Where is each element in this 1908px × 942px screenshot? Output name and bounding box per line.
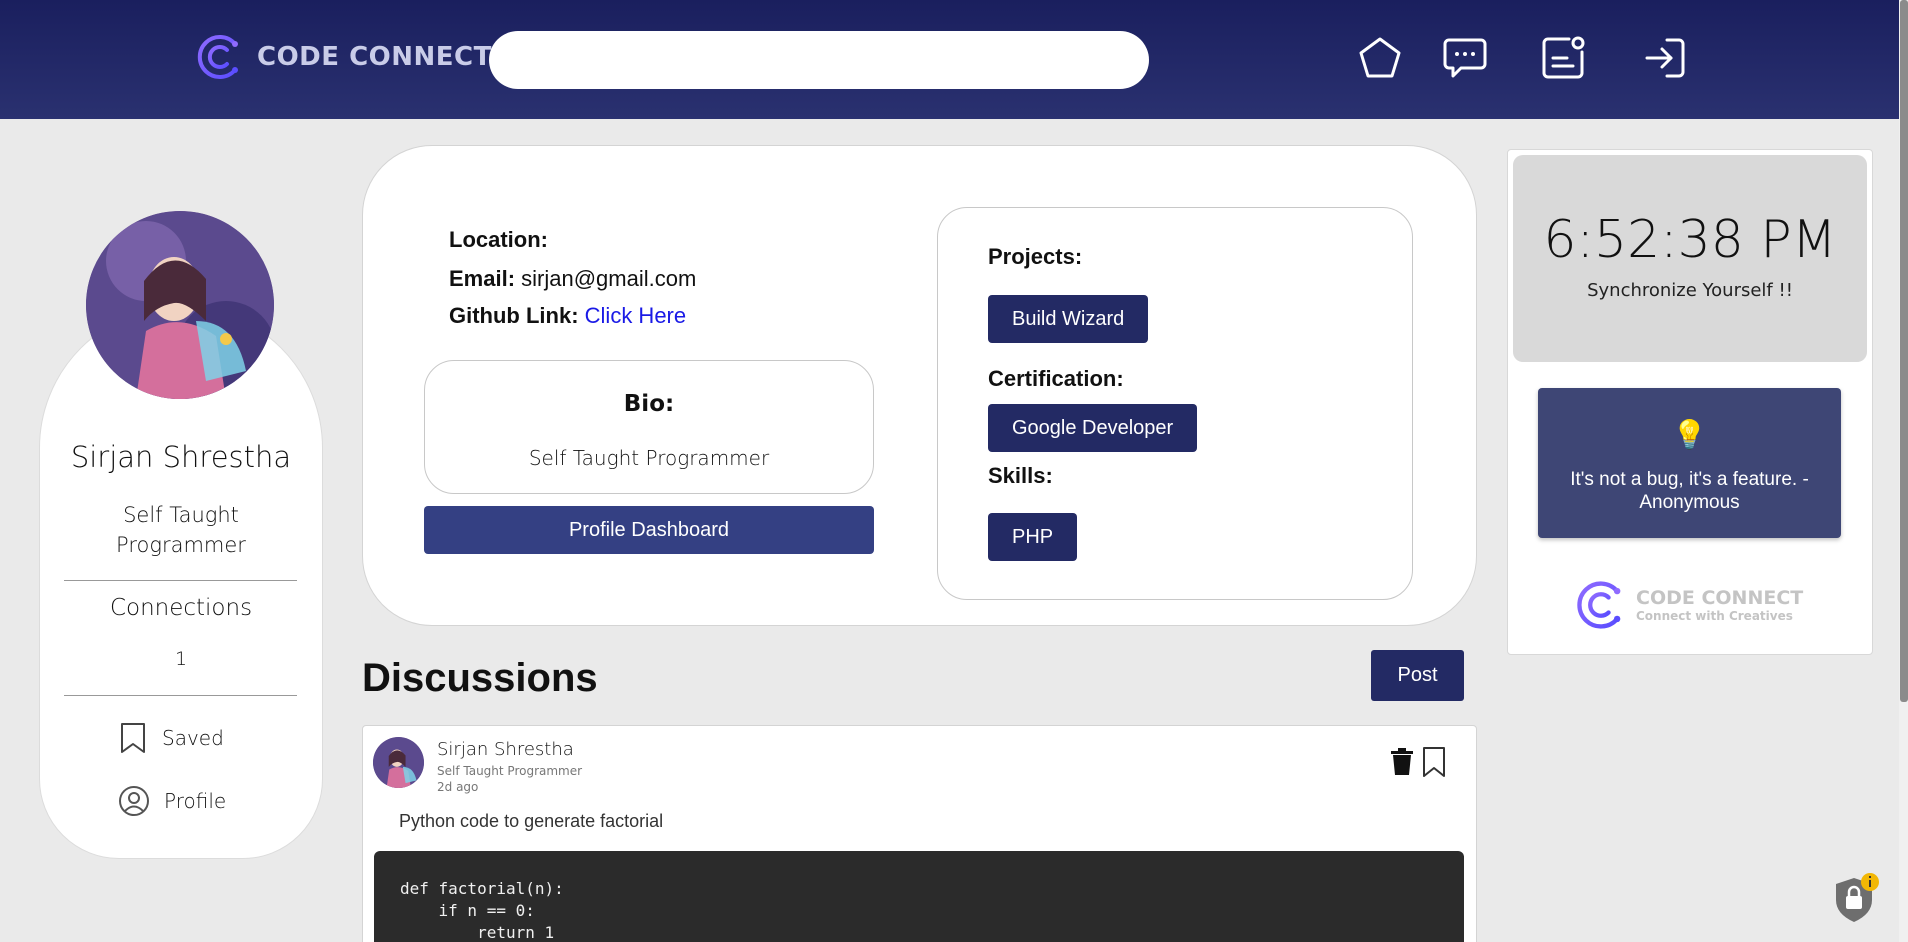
post-author-bio: Self Taught Programmer	[437, 764, 583, 778]
post-text: Python code to generate factorial	[399, 811, 664, 831]
certification-tag[interactable]: Google Developer	[988, 404, 1198, 452]
scrollbar-thumb[interactable]	[1900, 0, 1908, 702]
bio-box: Bio: Self Taught Programmer	[424, 360, 874, 494]
avatar-image	[373, 737, 424, 788]
project-tag[interactable]: Build Wizard	[988, 295, 1149, 343]
email-label: Email:	[449, 266, 516, 291]
avatar-image	[86, 211, 274, 399]
github-row: Github Link: Click Here	[449, 301, 686, 331]
nav-home[interactable]	[1355, 33, 1405, 83]
saved-link[interactable]: Saved	[118, 721, 224, 755]
post-timestamp: 2d ago	[437, 780, 479, 794]
bio-title: Bio:	[623, 391, 675, 417]
bookmark-post-button[interactable]	[1421, 746, 1447, 783]
nav-logout[interactable]	[1640, 33, 1690, 83]
post-avatar	[373, 737, 424, 788]
quote-text: It's not a bug, it's a feature. - Anonym…	[1570, 469, 1809, 513]
profile-link[interactable]: Profile	[118, 784, 226, 818]
profile-label: Profile	[164, 789, 227, 813]
nav-messages[interactable]	[1440, 33, 1490, 83]
divider	[64, 580, 297, 581]
bookmark-icon	[1423, 747, 1445, 777]
certification-label: Certification:	[988, 366, 1124, 391]
sidebar-logo-title: CODE CONNECT	[1636, 587, 1804, 609]
avatar	[86, 211, 274, 399]
top-navbar: CODE CONNECT	[0, 0, 1899, 119]
profile-dashboard-button[interactable]: Profile Dashboard	[424, 506, 874, 554]
messages-icon	[1443, 38, 1487, 78]
divider	[64, 695, 297, 696]
saved-label: Saved	[162, 726, 224, 750]
clock-widget: 6:52:38 PM Synchronize Yourself !!	[1513, 155, 1867, 362]
skills-label: Skills:	[988, 463, 1053, 488]
delete-post-button[interactable]	[1390, 748, 1414, 781]
home-icon	[1359, 37, 1401, 78]
bookmark-icon	[121, 723, 145, 753]
location-row: Location:	[449, 225, 548, 255]
lock-shield-icon	[1836, 873, 1879, 922]
code-block: def factorial(n): if n == 0: return 1	[374, 851, 1464, 942]
search-input[interactable]	[489, 31, 1149, 89]
trash-icon	[1391, 748, 1413, 775]
nav-notifications[interactable]	[1538, 33, 1588, 83]
projects-label: Projects:	[988, 244, 1083, 269]
sidebar-logo-subtitle: Connect with Creatives	[1636, 609, 1793, 623]
skill-tag[interactable]: PHP	[988, 513, 1078, 561]
connections-count: 1	[174, 648, 188, 670]
email-value: sirjan@gmail.com	[521, 266, 697, 291]
post-author[interactable]: Sirjan Shrestha	[437, 739, 574, 760]
sidebar-logo: CODE CONNECT Connect with Creatives	[1570, 578, 1803, 632]
logout-icon	[1645, 38, 1685, 78]
logo-icon	[1577, 581, 1621, 629]
logo-icon	[197, 35, 238, 79]
github-link[interactable]: Click Here	[585, 303, 686, 328]
post-button[interactable]: Post	[1371, 650, 1464, 701]
lightbulb-icon: 💡	[1672, 419, 1707, 450]
code-snippet: def factorial(n): if n == 0: return 1	[400, 879, 564, 942]
profile-name: Sirjan Shrestha	[70, 440, 292, 474]
clock-tagline: Synchronize Yourself !!	[1587, 280, 1793, 301]
discussions-title: Discussions	[362, 656, 598, 700]
notifications-icon	[1542, 36, 1585, 79]
logo-text: CODE CONNECT	[257, 42, 492, 72]
user-icon	[119, 786, 149, 816]
site-logo[interactable]: CODE CONNECT	[191, 32, 492, 82]
bio-text: Self Taught Programmer	[528, 446, 770, 470]
email-row: Email: sirjan@gmail.com	[449, 264, 696, 294]
connections-label[interactable]: Connections	[39, 595, 323, 621]
github-label: Github Link:	[449, 303, 579, 328]
location-label: Location:	[449, 227, 548, 252]
privacy-badge[interactable]	[1832, 872, 1880, 924]
quote-widget: 💡 It's not a bug, it's a feature. - Anon…	[1538, 388, 1841, 538]
profile-bio: Self Taught Programmer	[116, 503, 246, 557]
clock-time: 6:52:38 PM	[1543, 210, 1837, 270]
sidebar-logo-text: CODE CONNECT Connect with Creatives	[1636, 587, 1803, 623]
